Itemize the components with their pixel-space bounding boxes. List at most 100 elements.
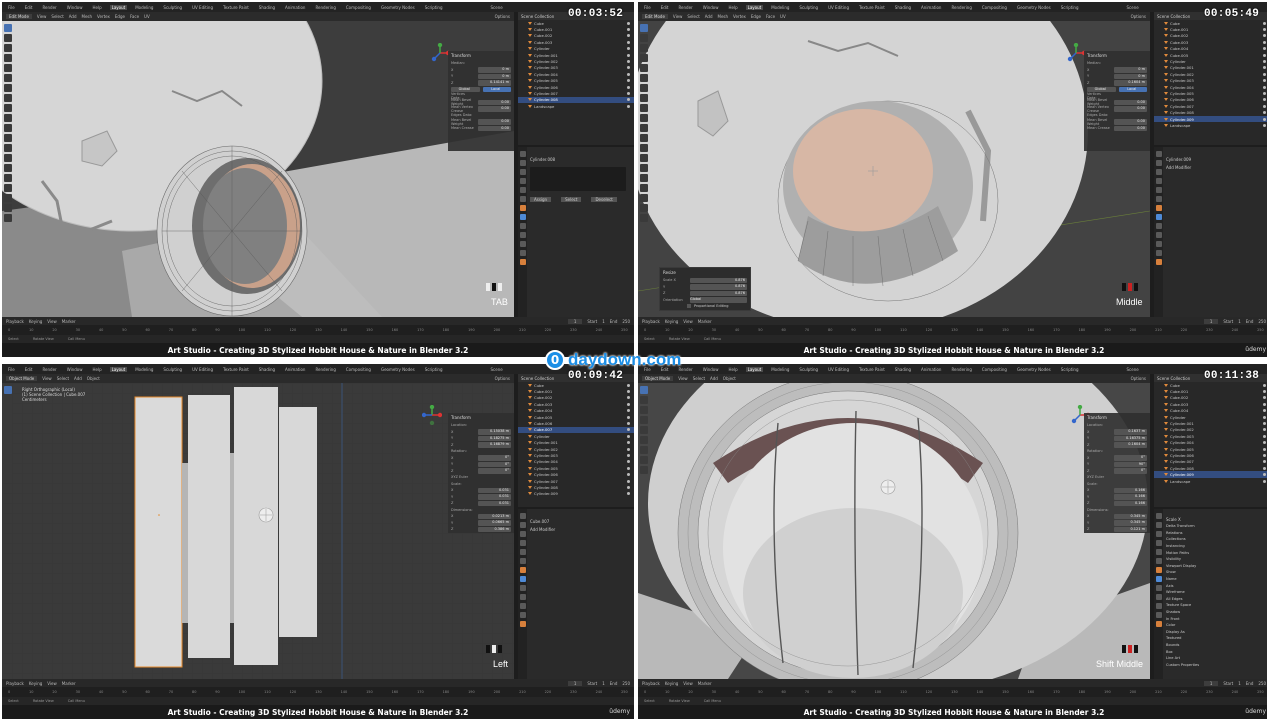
visibility-eye-icon[interactable] bbox=[627, 460, 630, 464]
visibility-eye-icon[interactable] bbox=[1263, 34, 1266, 38]
visibility-eye-icon[interactable] bbox=[1263, 390, 1266, 394]
playback-menu[interactable]: Playback bbox=[642, 319, 660, 324]
shrink-tool-icon[interactable] bbox=[640, 194, 648, 202]
visibility-eye-icon[interactable] bbox=[627, 66, 630, 70]
scene-tab-icon[interactable] bbox=[1155, 549, 1162, 555]
header-mesh[interactable]: Mesh bbox=[718, 14, 729, 19]
particles-tab-icon[interactable] bbox=[519, 585, 526, 591]
visibility-eye-icon[interactable] bbox=[627, 422, 630, 426]
visibility-eye-icon[interactable] bbox=[1263, 434, 1266, 438]
tab-geometry-nodes[interactable]: Geometry Nodes bbox=[379, 367, 417, 372]
3d-viewport[interactable]: Transform Location: X 0.1637 m Y 0.16375 mZ0… bbox=[638, 383, 1150, 679]
tool-tab-icon[interactable] bbox=[1155, 513, 1162, 519]
world-tab-icon[interactable] bbox=[1155, 196, 1162, 202]
view-layer-tab-icon[interactable] bbox=[519, 178, 526, 184]
tab-modeling[interactable]: Modeling bbox=[769, 5, 791, 10]
shear-tool-icon[interactable] bbox=[4, 204, 12, 212]
value-field[interactable]: 0.00 bbox=[478, 99, 511, 105]
cursor-tool-icon[interactable] bbox=[640, 396, 648, 404]
value-field[interactable]: 0.00 bbox=[478, 125, 511, 131]
visibility-eye-icon[interactable] bbox=[627, 466, 630, 470]
tab-rendering[interactable]: Rendering bbox=[949, 5, 973, 10]
header-add[interactable]: Add bbox=[74, 376, 82, 381]
header-select[interactable]: Select bbox=[57, 376, 69, 381]
tab-modeling[interactable]: Modeling bbox=[769, 367, 791, 372]
tab-sculpting[interactable]: Sculpting bbox=[797, 5, 820, 10]
visibility-eye-icon[interactable] bbox=[627, 485, 630, 489]
visibility-eye-icon[interactable] bbox=[1263, 396, 1266, 400]
world-tab-icon[interactable] bbox=[1155, 558, 1162, 564]
tab-shading[interactable]: Shading bbox=[893, 5, 913, 10]
view-menu[interactable]: View bbox=[47, 319, 57, 324]
value-field[interactable]: 0.1604 m bbox=[1114, 442, 1147, 448]
tab-scripting[interactable]: Scripting bbox=[1059, 5, 1081, 10]
visibility-eye-icon[interactable] bbox=[627, 492, 630, 496]
visibility-eye-icon[interactable] bbox=[627, 34, 630, 38]
particles-tab-icon[interactable] bbox=[1155, 223, 1162, 229]
object-tab-icon[interactable] bbox=[519, 205, 526, 211]
value-field[interactable]: 0.031 bbox=[478, 494, 511, 500]
visibility-eye-icon[interactable] bbox=[1263, 415, 1266, 419]
value-field[interactable]: 0.1637 m bbox=[1114, 429, 1147, 435]
scene-selector[interactable]: Scene bbox=[491, 367, 503, 372]
value-field[interactable]: 0.15038 m bbox=[478, 429, 511, 435]
value-field[interactable]: 0.0213 m bbox=[478, 513, 511, 519]
visibility-eye-icon[interactable] bbox=[627, 72, 630, 76]
constraints-tab-icon[interactable] bbox=[1155, 603, 1162, 609]
edge-slide-tool-icon[interactable] bbox=[640, 184, 648, 192]
tab-compositing[interactable]: Compositing bbox=[980, 5, 1009, 10]
menu-edit[interactable]: Edit bbox=[659, 5, 671, 10]
menu-help[interactable]: Help bbox=[90, 5, 103, 10]
end-field[interactable]: 250 bbox=[1258, 319, 1266, 324]
options-button[interactable]: Options bbox=[495, 376, 510, 381]
select-tool-icon[interactable] bbox=[640, 386, 648, 394]
value-field[interactable]: 0° bbox=[1114, 455, 1147, 461]
menu-help[interactable]: Help bbox=[90, 367, 103, 372]
view-menu[interactable]: View bbox=[683, 319, 693, 324]
measure-tool-icon[interactable] bbox=[4, 456, 12, 464]
rotate-tool-icon[interactable] bbox=[4, 416, 12, 424]
world-tab-icon[interactable] bbox=[519, 196, 526, 202]
visibility-eye-icon[interactable] bbox=[627, 447, 630, 451]
median-y-field[interactable]: 0 m bbox=[1114, 73, 1147, 79]
value-field[interactable]: 0.0665 m bbox=[478, 520, 511, 526]
tab-geometry-nodes[interactable]: Geometry Nodes bbox=[1015, 367, 1053, 372]
current-frame[interactable]: 1 bbox=[567, 680, 583, 686]
playback-menu[interactable]: Playback bbox=[642, 681, 660, 686]
tab-rendering[interactable]: Rendering bbox=[949, 367, 973, 372]
value-field[interactable]: 0.16375 m bbox=[1114, 435, 1147, 441]
mode-dropdown[interactable]: Object Mode bbox=[6, 376, 38, 381]
rip-tool-icon[interactable] bbox=[640, 214, 648, 222]
tab-uv-editing[interactable]: UV Editing bbox=[826, 5, 851, 10]
output-tab-icon[interactable] bbox=[519, 169, 526, 175]
scale-tool-icon[interactable] bbox=[640, 426, 648, 434]
visibility-eye-icon[interactable] bbox=[627, 40, 630, 44]
annotate-tool-icon[interactable] bbox=[640, 84, 648, 92]
options-button[interactable]: Options bbox=[495, 14, 510, 19]
visibility-eye-icon[interactable] bbox=[1263, 428, 1266, 432]
header-edge[interactable]: Edge bbox=[115, 14, 125, 19]
view-layer-tab-icon[interactable] bbox=[519, 540, 526, 546]
property-section[interactable]: Delta Transform bbox=[1166, 523, 1267, 530]
header-view[interactable]: View bbox=[37, 14, 47, 19]
marker-menu[interactable]: Marker bbox=[62, 319, 76, 324]
timeline-ruler[interactable]: 0 10 20 30 40 50 60 70 80 90 100 110 120 130 140 150 160… bbox=[2, 687, 634, 697]
keying-menu[interactable]: Keying bbox=[29, 319, 42, 324]
tab-texture-paint[interactable]: Texture Paint bbox=[857, 367, 887, 372]
scene-tab-icon[interactable] bbox=[519, 549, 526, 555]
visibility-eye-icon[interactable] bbox=[627, 91, 630, 95]
visibility-eye-icon[interactable] bbox=[1263, 409, 1266, 413]
material-tab-icon[interactable] bbox=[1155, 621, 1162, 627]
median-y-field[interactable]: 0 m bbox=[478, 73, 511, 79]
visibility-eye-icon[interactable] bbox=[627, 28, 630, 32]
value-field[interactable]: 0.121 m bbox=[1114, 526, 1147, 532]
visibility-eye-icon[interactable] bbox=[1263, 402, 1266, 406]
rotate-tool-icon[interactable] bbox=[640, 416, 648, 424]
start-field[interactable]: 1 bbox=[1238, 681, 1241, 686]
mode-dropdown[interactable]: Edit Mode bbox=[642, 14, 668, 19]
header-object[interactable]: Object bbox=[723, 376, 736, 381]
tab-uv-editing[interactable]: UV Editing bbox=[190, 5, 215, 10]
header-face[interactable]: Face bbox=[766, 14, 775, 19]
scale-tool-icon[interactable] bbox=[4, 64, 12, 72]
render-tab-icon[interactable] bbox=[519, 522, 526, 528]
